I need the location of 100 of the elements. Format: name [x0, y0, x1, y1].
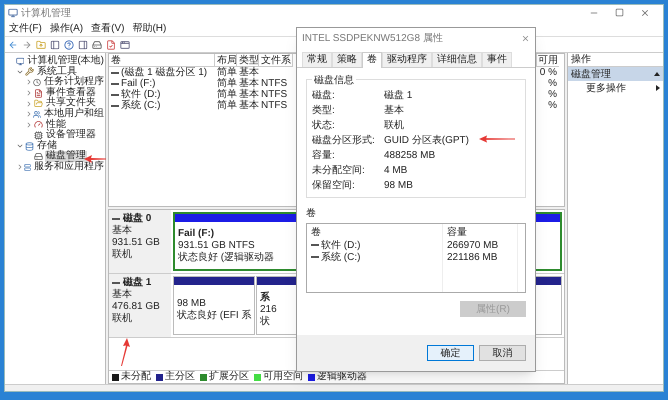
forward-icon[interactable]	[22, 40, 32, 50]
info-label: 类型:	[312, 104, 336, 118]
table-cell: Fail (F:)	[121, 78, 156, 89]
info-value: 基本	[384, 104, 404, 118]
app-icon	[8, 8, 18, 18]
server-icon	[24, 162, 31, 172]
table-cell: 系统 (C:)	[121, 100, 160, 111]
tab[interactable]: 常规	[302, 52, 332, 67]
tree-item[interactable]: 性能	[45, 120, 67, 130]
legend-label: 未分配	[121, 371, 151, 383]
device-icon	[34, 130, 43, 140]
info-label: 未分配空间:	[312, 164, 366, 178]
drive-icon	[34, 152, 43, 162]
tree-item[interactable]: 存储	[36, 140, 58, 152]
partition-size: 216	[260, 304, 277, 316]
table-cell: 简单	[217, 89, 237, 100]
table-cell: 简单	[217, 67, 237, 78]
menu-item[interactable]: 查看(V)	[91, 21, 124, 36]
tree-item[interactable]: 设备管理器	[45, 130, 97, 141]
menu-item[interactable]: 帮助(H)	[132, 21, 166, 36]
maximize-icon[interactable]	[615, 8, 624, 17]
close-icon[interactable]	[640, 8, 650, 18]
disk-type: 基本	[112, 225, 133, 237]
close-icon[interactable]	[521, 34, 530, 42]
help-icon[interactable]	[64, 40, 74, 50]
table-cell: %	[548, 89, 557, 100]
column-header[interactable]: 卷	[109, 54, 215, 67]
table-cell: 基本	[239, 89, 259, 100]
tab[interactable]: 卷	[362, 52, 382, 68]
partition-block[interactable]: 98 MB 状态良好 (EFI 系	[173, 276, 255, 335]
back-icon[interactable]	[8, 40, 18, 50]
disk-type: 基本	[112, 289, 133, 301]
list-cell-text: 系统 (C:)	[321, 250, 360, 264]
pane-icon[interactable]	[50, 40, 60, 50]
partition-status: 状	[260, 316, 270, 328]
dialog-button[interactable]: 取消	[479, 345, 526, 361]
info-label: 容量:	[312, 148, 336, 163]
dialog-button[interactable]: 确定	[427, 345, 474, 361]
drive-icon[interactable]	[92, 40, 102, 50]
partition-name: Fail (F:)	[178, 228, 214, 240]
tree-item[interactable]: 计算机管理(本地)	[26, 56, 105, 67]
info-value: 联机	[384, 118, 404, 133]
info-value: 磁盘 1	[384, 89, 412, 103]
info-value: GUID 分区表(GPT)	[384, 134, 469, 148]
menu-item[interactable]: 操作(A)	[50, 21, 84, 36]
table-cell: NTFS	[261, 100, 288, 111]
tab[interactable]: 驱动程序	[382, 52, 432, 67]
list-cell-text: 软件 (D:)	[321, 238, 360, 252]
wrench-icon	[25, 67, 34, 76]
disk-size: 476.81 GB	[112, 301, 161, 312]
users-icon	[33, 110, 41, 119]
tree-item[interactable]: 共享文件夹	[45, 98, 97, 109]
tab[interactable]: 策略	[332, 52, 362, 67]
actions-group-header[interactable]: 磁盘管理	[568, 67, 663, 81]
legend-label: 扩展分区	[209, 371, 249, 383]
tab[interactable]: 详细信息	[432, 52, 482, 67]
table-cell: 简单	[217, 100, 237, 111]
table-cell: 基本	[239, 100, 259, 111]
partition-status: 状态良好 (EFI 系	[177, 310, 252, 322]
gauge-icon	[34, 120, 43, 130]
tree-item[interactable]: 服务和应用程序	[33, 162, 105, 173]
table-cell: %	[548, 78, 557, 89]
computer-icon	[16, 56, 24, 66]
menu-item[interactable]: 文件(F)	[9, 21, 42, 36]
column-header[interactable]: 布局	[215, 54, 237, 67]
pane-icon[interactable]	[78, 40, 88, 50]
partition-name: 系	[260, 292, 270, 304]
pointer-arrow	[120, 338, 130, 366]
table-cell: NTFS	[261, 78, 288, 89]
action-item[interactable]: 更多操作	[568, 81, 663, 95]
disk-name: 磁盘 0	[123, 213, 152, 224]
column-header[interactable]: 卷	[311, 226, 438, 239]
pointer-arrow	[479, 135, 515, 143]
table-cell: %	[548, 100, 557, 111]
check-icon[interactable]	[106, 40, 116, 50]
tree-item[interactable]: 任务计划程序	[43, 77, 105, 88]
window-icon[interactable]	[120, 40, 130, 50]
submenu-arrow-icon	[656, 85, 660, 91]
list-cell-text: 221186 MB	[447, 250, 498, 264]
tab[interactable]: 事件	[482, 52, 512, 67]
folder-icon	[34, 99, 43, 108]
info-value: 4 MB	[384, 164, 408, 178]
info-label: 保留空间:	[312, 178, 356, 193]
tree-item[interactable]: 磁盘管理	[45, 151, 87, 162]
column-header[interactable]: 容量	[447, 226, 513, 239]
partition-status: 状态良好 (逻辑驱动器	[178, 252, 274, 264]
table-cell: 基本	[239, 67, 259, 78]
table-cell: 简单	[217, 78, 237, 89]
tree-item[interactable]: 本地用户和组	[43, 108, 105, 120]
clock-icon	[33, 78, 41, 87]
disk-status: 联机	[112, 313, 133, 325]
partition-size: 98 MB	[177, 298, 206, 310]
disk-name: 磁盘 1	[123, 277, 152, 288]
folder-up-icon[interactable]	[36, 40, 46, 50]
info-label: 磁盘分区形式:	[312, 134, 376, 148]
dialog-title: INTEL SSDPEKNW512G8 属性	[302, 32, 443, 46]
column-header[interactable]: 文件系	[259, 54, 293, 67]
info-value: 488258 MB	[384, 149, 436, 163]
info-label: 磁盘:	[312, 89, 336, 103]
table-cell: NTFS	[261, 89, 288, 100]
